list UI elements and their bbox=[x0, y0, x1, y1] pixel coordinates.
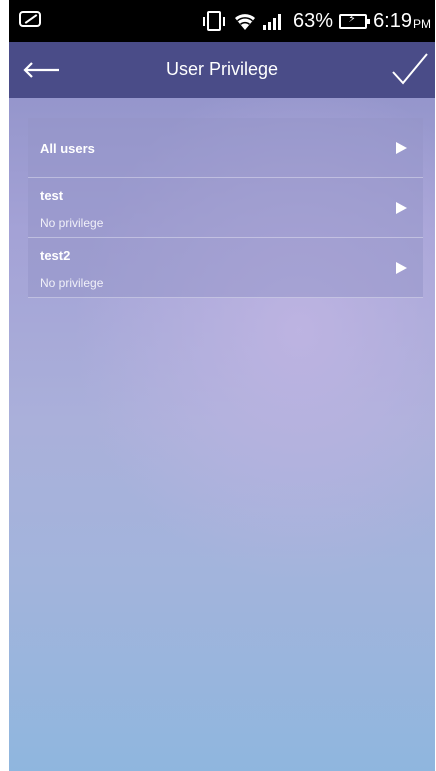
back-button[interactable] bbox=[21, 54, 61, 86]
clock-suffix: PM bbox=[413, 17, 431, 31]
screen: 63% 6:19 PM User Privilege All users tes… bbox=[9, 0, 435, 771]
chevron-right-icon bbox=[396, 262, 407, 274]
checkmark-icon bbox=[392, 53, 428, 85]
user-list: All users test No privilege test2 No pri… bbox=[28, 118, 423, 298]
user-privilege: No privilege bbox=[40, 216, 104, 230]
chevron-right-icon bbox=[396, 142, 407, 154]
status-indicators: 63% 6:19 PM bbox=[201, 8, 431, 34]
app-bar: User Privilege bbox=[9, 42, 435, 98]
battery-charging-icon bbox=[339, 12, 371, 29]
clock: 6:19 bbox=[373, 9, 412, 32]
battery-percent: 63% bbox=[293, 9, 334, 32]
vibrate-icon bbox=[203, 11, 226, 31]
user-privilege: No privilege bbox=[40, 276, 104, 290]
screen-capture-icon bbox=[19, 11, 41, 27]
chevron-right-icon bbox=[396, 202, 407, 214]
wifi-icon bbox=[233, 11, 257, 31]
signal-icon bbox=[263, 11, 287, 31]
list-item-test[interactable]: test No privilege bbox=[28, 178, 423, 238]
back-arrow-icon bbox=[23, 62, 59, 78]
user-name: test bbox=[40, 188, 64, 203]
list-item-test2[interactable]: test2 No privilege bbox=[28, 238, 423, 298]
page-title: User Privilege bbox=[165, 59, 279, 79]
list-item-all-users[interactable]: All users bbox=[28, 118, 423, 178]
user-name: test2 bbox=[40, 248, 71, 263]
confirm-button[interactable] bbox=[387, 50, 431, 90]
status-bar: 63% 6:19 PM bbox=[9, 0, 435, 42]
user-name: All users bbox=[40, 141, 95, 156]
